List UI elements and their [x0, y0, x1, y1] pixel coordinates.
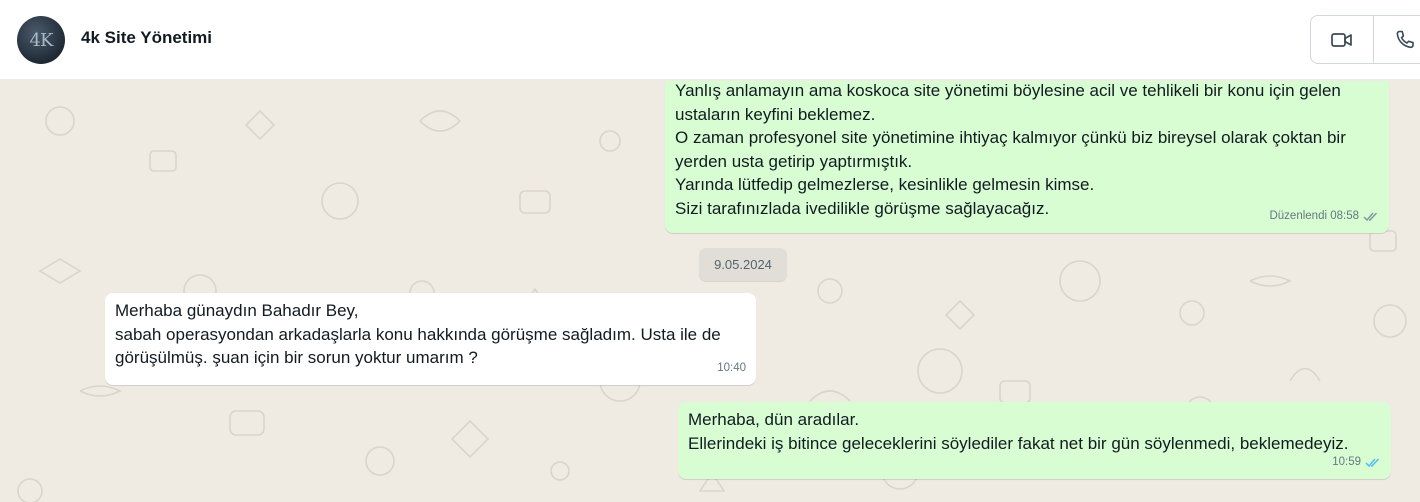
message-text-line: Ellerindeki iş bitince geleceklerini söy…	[688, 433, 1349, 453]
chat-message-area[interactable]: Yanlış anlamayın ama koskoca site yöneti…	[0, 81, 1420, 502]
message-meta: Düzenlendi 08:58	[1269, 205, 1379, 229]
message-meta: 10:40	[717, 357, 746, 381]
avatar-logo-text: 4K	[29, 29, 54, 51]
call-buttons	[1310, 15, 1420, 64]
double-check-icon	[1363, 212, 1378, 221]
message-bubble-incoming[interactable]: Merhaba günaydın Bahadır Bey, sabah oper…	[105, 293, 756, 385]
message-bubble-outgoing[interactable]: Yanlış anlamayın ama koskoca site yöneti…	[665, 81, 1389, 233]
video-call-button[interactable]	[1311, 16, 1373, 63]
message-text-line: sabah operasyondan arkadaşlarla konu hak…	[115, 324, 721, 344]
voice-call-button[interactable]	[1373, 16, 1420, 63]
message-text-line: görüşülmüş. şuan için bir sorun yoktur u…	[115, 348, 478, 367]
avatar[interactable]: 4K	[17, 16, 65, 64]
message-text-line: Yarında lütfedip gelmezlerse, kesinlikle…	[675, 175, 1095, 194]
message-text-line: Yanlış anlamayın ama koskoca site yöneti…	[675, 81, 1341, 100]
video-camera-icon	[1331, 32, 1352, 47]
phone-icon	[1396, 30, 1414, 48]
message-bubble-outgoing[interactable]: Merhaba, dün aradılar. Ellerindeki iş bi…	[678, 402, 1391, 479]
message-text-line: O zaman profesyonel site yönetimine ihti…	[675, 128, 1346, 147]
message-text-line: Merhaba, dün aradılar.	[688, 410, 860, 429]
message-edited-time: Düzenlendi 08:58	[1269, 209, 1359, 222]
message-text-line: ustaların keyfini beklemez.	[675, 104, 876, 124]
date-separator: 9.05.2024	[699, 248, 787, 281]
message-time: 10:59	[1332, 455, 1361, 468]
chat-header: 4K 4k Site Yönetimi	[0, 0, 1420, 80]
message-time: 10:40	[717, 361, 746, 374]
read-receipt-icon	[1365, 458, 1380, 467]
message-meta: 10:59	[1332, 451, 1381, 475]
message-text-line: Merhaba günaydın Bahadır Bey,	[115, 301, 359, 320]
chat-title[interactable]: 4k Site Yönetimi	[81, 28, 212, 48]
message-text-line: yerden usta getirip yaptırmıştık.	[675, 151, 913, 171]
